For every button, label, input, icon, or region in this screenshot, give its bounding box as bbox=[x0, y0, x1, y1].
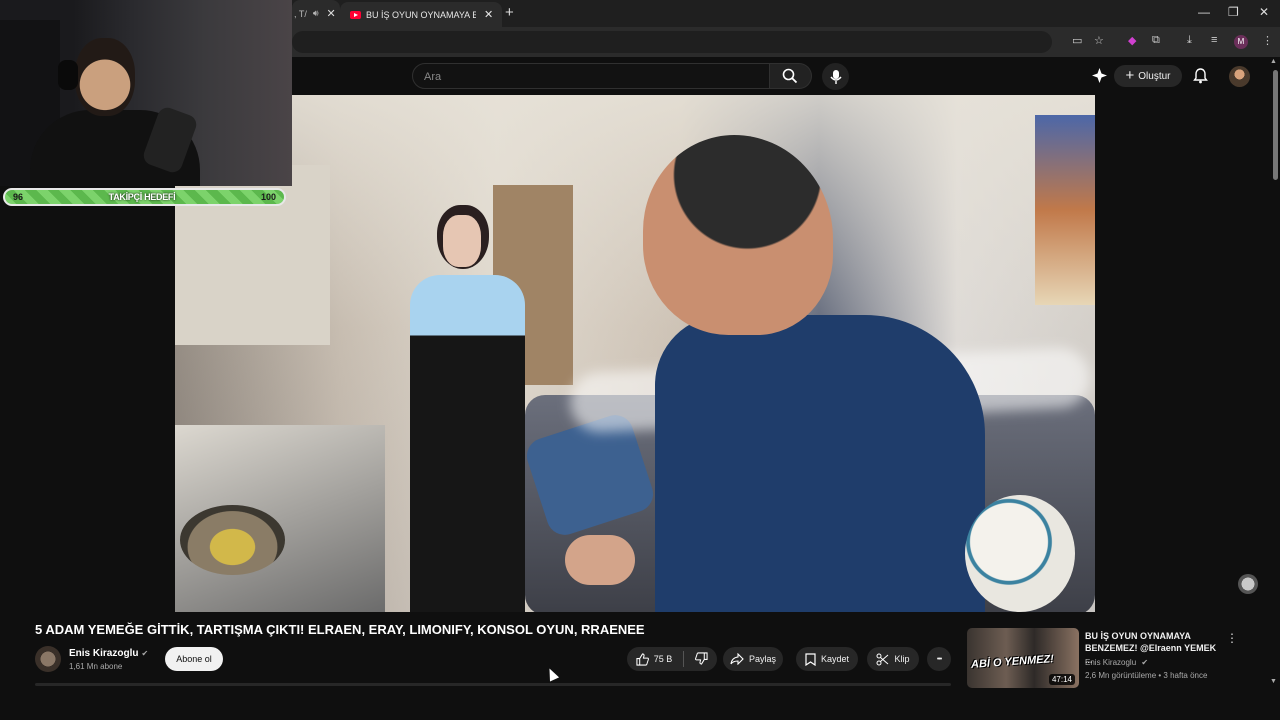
like-dislike-group: 75 B bbox=[627, 647, 717, 671]
plus-icon: + bbox=[1125, 67, 1135, 84]
webcam-person-head bbox=[75, 38, 135, 116]
streamer-webcam bbox=[0, 0, 292, 186]
video-player[interactable] bbox=[175, 95, 1095, 612]
goal-label: TAKİPÇİ HEDEFİ bbox=[108, 192, 176, 202]
page-scrollbar[interactable] bbox=[1272, 60, 1278, 688]
suggested-video-thumbnail[interactable]: ABİ O YENMEZ! 47:14 bbox=[967, 628, 1079, 688]
goal-target: 100 bbox=[260, 192, 276, 202]
microphone-icon bbox=[830, 70, 842, 84]
verified-icon: ✔ bbox=[141, 649, 149, 658]
video-title: 5 ADAM YEMEĞE GİTTİK, TARTIŞMA ÇIKTI! EL… bbox=[35, 622, 645, 637]
video-frame-pan bbox=[180, 505, 285, 575]
share-button[interactable]: Paylaş bbox=[723, 647, 783, 671]
suggested-channel-text: Enis Kirazoglu bbox=[1085, 658, 1137, 667]
scrollbar-thumb[interactable] bbox=[1273, 70, 1278, 180]
extensions-puzzle-icon[interactable]: ⧉ bbox=[1152, 34, 1160, 47]
clip-label: Klip bbox=[894, 654, 910, 664]
search-button[interactable] bbox=[770, 63, 812, 89]
dislike-button[interactable] bbox=[695, 651, 708, 667]
ai-sparkle-icon[interactable] bbox=[1092, 68, 1107, 88]
video-duration: 47:14 bbox=[1048, 674, 1075, 685]
browser-menu-icon[interactable]: ⋮ bbox=[1262, 34, 1273, 47]
divider bbox=[683, 651, 685, 667]
suggested-video-channel[interactable]: Enis Kirazoglu ✔ bbox=[1085, 658, 1148, 667]
like-button[interactable]: 75 B bbox=[636, 652, 673, 666]
youtube-favicon-icon bbox=[350, 10, 361, 19]
media-queue-icon[interactable]: ≡ bbox=[1211, 34, 1217, 46]
scroll-down-icon[interactable]: ▼ bbox=[1270, 678, 1277, 685]
scroll-up-icon[interactable]: ▲ bbox=[1270, 58, 1277, 65]
save-label: Kaydet bbox=[820, 654, 850, 664]
browser-profile-avatar[interactable]: M bbox=[1234, 35, 1248, 49]
thumbs-up-icon bbox=[636, 652, 649, 666]
like-count: 75 B bbox=[653, 654, 673, 664]
close-tab-icon[interactable]: ✕ bbox=[327, 7, 336, 20]
search-icon bbox=[782, 68, 798, 84]
share-icon bbox=[730, 653, 744, 665]
floating-avatar[interactable] bbox=[1238, 574, 1258, 594]
mouse-cursor bbox=[544, 666, 560, 682]
video-frame-person-face bbox=[443, 215, 481, 267]
extension-icon[interactable]: ◆ bbox=[1128, 34, 1136, 47]
video-frame-person bbox=[655, 315, 985, 612]
scissors-icon bbox=[876, 653, 889, 665]
subscribe-button[interactable]: Abone ol bbox=[165, 647, 223, 671]
browser-tab-partial[interactable]: , T/ 🔊︎ ✕ bbox=[292, 0, 340, 27]
create-button[interactable]: + Oluştur bbox=[1114, 65, 1182, 87]
goal-current: 96 bbox=[13, 192, 24, 202]
user-avatar[interactable] bbox=[1229, 66, 1250, 87]
save-button[interactable]: Kaydet bbox=[796, 647, 858, 671]
video-frame-person bbox=[410, 275, 525, 612]
speaker-icon[interactable]: 🔊︎ bbox=[313, 8, 319, 19]
video-frame-hand bbox=[565, 535, 635, 585]
headphones-icon bbox=[58, 60, 78, 90]
suggested-video-menu-icon[interactable]: ⋮ bbox=[1226, 631, 1238, 645]
bookmark-icon bbox=[805, 652, 816, 666]
description-divider bbox=[35, 683, 951, 686]
cast-icon[interactable]: ▭ bbox=[1072, 34, 1082, 47]
channel-name-text: Enis Kirazoglu bbox=[69, 648, 139, 659]
follower-goal-bar: 96 TAKİPÇİ HEDEFİ 100 bbox=[3, 188, 286, 206]
close-tab-icon[interactable]: ✕ bbox=[484, 8, 493, 21]
thumbs-down-icon bbox=[695, 651, 708, 665]
channel-name[interactable]: Enis Kirazoglu ✔ bbox=[69, 648, 148, 659]
subscriber-count: 1,61 Mn abone bbox=[69, 662, 123, 671]
thumbnail-text: ABİ O YENMEZ! bbox=[970, 653, 1055, 671]
tab-label: BU İŞ OYUN OYNAMAYA BENZEMEZ! bbox=[366, 9, 476, 20]
browser-tab-active[interactable]: BU İŞ OYUN OYNAMAYA BENZEMEZ! ✕ bbox=[340, 2, 502, 27]
create-label: Oluştur bbox=[1138, 70, 1171, 82]
bookmark-star-icon[interactable]: ☆ bbox=[1094, 34, 1104, 47]
minimize-button[interactable]: — bbox=[1198, 5, 1210, 19]
search-box bbox=[412, 63, 770, 90]
video-frame-person-head bbox=[643, 135, 833, 335]
more-icon: ••• bbox=[936, 655, 942, 663]
voice-search-button[interactable] bbox=[822, 63, 849, 90]
restore-button[interactable]: ❐ bbox=[1228, 5, 1239, 19]
clip-button[interactable]: Klip bbox=[867, 647, 919, 671]
video-frame-wall-art bbox=[1035, 115, 1095, 305]
notifications-bell-icon[interactable] bbox=[1193, 68, 1208, 89]
video-frame-plates bbox=[965, 495, 1075, 612]
more-actions-button[interactable]: ••• bbox=[927, 647, 951, 671]
tab-label: , T/ bbox=[294, 8, 307, 19]
verified-icon: ✔ bbox=[1141, 658, 1149, 667]
new-tab-button[interactable]: + bbox=[505, 4, 514, 21]
close-window-button[interactable]: ✕ bbox=[1259, 5, 1269, 19]
suggested-video-meta: 2,6 Mn görüntüleme • 3 hafta önce bbox=[1085, 671, 1208, 680]
download-icon[interactable]: ⤓ bbox=[1187, 34, 1192, 47]
share-label: Paylaş bbox=[748, 654, 776, 664]
address-bar[interactable] bbox=[292, 31, 1052, 53]
channel-avatar[interactable] bbox=[35, 646, 61, 672]
search-input[interactable] bbox=[413, 64, 756, 90]
